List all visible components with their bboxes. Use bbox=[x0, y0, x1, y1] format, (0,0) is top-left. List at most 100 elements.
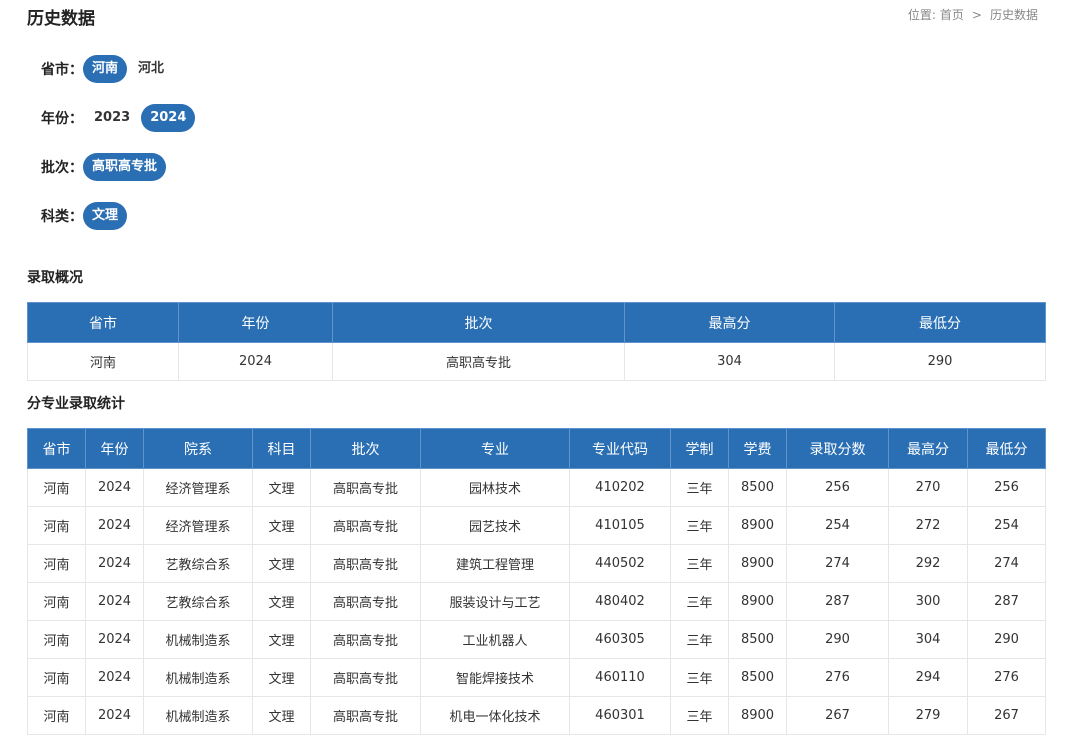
table-cell: 艺教综合系 bbox=[143, 582, 253, 621]
table-row: 河南 2024 机械制造系 文理 高职高专批 智能焊接技术 460110 三年 8500 276 2… bbox=[27, 658, 1046, 697]
table-cell: 河南 bbox=[27, 582, 86, 621]
table-cell: 艺教综合系 bbox=[143, 544, 253, 583]
table-cell: 274 bbox=[786, 544, 889, 583]
table-cell: 274 bbox=[967, 544, 1046, 583]
majors-table-body: 河南 2024 经济管理系 文理 高职高专批 园林技术 410202 三年 8500 256 270… bbox=[27, 468, 1046, 735]
table-cell: 292 bbox=[888, 544, 968, 583]
majors-header-row: 省市 年份 院系 科目 批次 专业 专业代码 学制 学费 录取分数 最高分 最低… bbox=[27, 428, 1046, 469]
majors-header-cell: 最低分 bbox=[967, 428, 1046, 469]
table-cell: 文理 bbox=[252, 544, 311, 583]
majors-header-cell: 科目 bbox=[252, 428, 311, 469]
majors-header-cell: 专业代码 bbox=[569, 428, 671, 469]
breadcrumb-home[interactable]: 首页 bbox=[940, 8, 964, 22]
table-cell: 276 bbox=[786, 658, 889, 697]
province-option-hebei[interactable]: 河北 bbox=[129, 55, 173, 83]
table-cell: 272 bbox=[888, 506, 968, 545]
filter-province-label: 省市： bbox=[41, 62, 83, 78]
table-row: 河南 2024 机械制造系 文理 高职高专批 工业机器人 460305 三年 8500 290 30… bbox=[27, 620, 1046, 659]
table-cell: 高职高专批 bbox=[332, 342, 625, 381]
majors-header-cell: 院系 bbox=[143, 428, 253, 469]
table-cell: 440502 bbox=[569, 544, 671, 583]
table-cell: 8500 bbox=[728, 658, 787, 697]
majors-table: 省市 年份 院系 科目 批次 专业 专业代码 学制 学费 录取分数 最高分 最低… bbox=[27, 428, 1046, 735]
table-cell: 文理 bbox=[252, 658, 311, 697]
filter-year-label: 年份： bbox=[41, 111, 83, 127]
table-cell: 三年 bbox=[670, 506, 729, 545]
table-cell: 256 bbox=[786, 468, 889, 507]
breadcrumb-prefix: 位置: bbox=[907, 8, 936, 22]
table-cell: 园林技术 bbox=[420, 468, 570, 507]
table-cell: 410202 bbox=[569, 468, 671, 507]
summary-header-cell: 最低分 bbox=[834, 302, 1046, 343]
table-row: 河南 2024 艺教综合系 文理 高职高专批 建筑工程管理 440502 三年 8900 274 2… bbox=[27, 544, 1046, 583]
filter-year: 年份： 2023 2024 bbox=[41, 103, 197, 133]
table-cell: 8900 bbox=[728, 544, 787, 583]
table-cell: 8500 bbox=[728, 468, 787, 507]
table-cell: 256 bbox=[967, 468, 1046, 507]
table-cell: 高职高专批 bbox=[310, 696, 421, 735]
table-cell: 2024 bbox=[85, 468, 144, 507]
category-option-wenli[interactable]: 文理 bbox=[83, 202, 128, 230]
majors-header-cell: 专业 bbox=[420, 428, 570, 469]
table-cell: 410105 bbox=[569, 506, 671, 545]
majors-header-cell: 学费 bbox=[728, 428, 787, 469]
table-cell: 机械制造系 bbox=[143, 620, 253, 659]
majors-header-cell: 学制 bbox=[670, 428, 729, 469]
table-cell: 机电一体化技术 bbox=[420, 696, 570, 735]
table-cell: 279 bbox=[888, 696, 968, 735]
table-cell: 480402 bbox=[569, 582, 671, 621]
province-option-henan[interactable]: 河南 bbox=[83, 55, 128, 83]
table-cell: 经济管理系 bbox=[143, 506, 253, 545]
filter-province: 省市： 河南 河北 bbox=[41, 54, 175, 84]
summary-section-title: 录取概况 bbox=[27, 270, 83, 286]
table-cell: 290 bbox=[967, 620, 1046, 659]
filter-batch-label: 批次： bbox=[41, 160, 83, 176]
table-row: 河南 2024 经济管理系 文理 高职高专批 园林技术 410202 三年 8500 256 270… bbox=[27, 468, 1046, 507]
table-cell: 高职高专批 bbox=[310, 582, 421, 621]
table-cell: 254 bbox=[967, 506, 1046, 545]
table-cell: 三年 bbox=[670, 468, 729, 507]
table-cell: 河南 bbox=[27, 506, 86, 545]
year-option-2024[interactable]: 2024 bbox=[141, 104, 196, 132]
breadcrumb-separator: > bbox=[971, 8, 982, 22]
table-cell: 460305 bbox=[569, 620, 671, 659]
year-option-2023[interactable]: 2023 bbox=[85, 104, 139, 132]
table-cell: 经济管理系 bbox=[143, 468, 253, 507]
majors-header-cell: 录取分数 bbox=[786, 428, 889, 469]
table-cell: 三年 bbox=[670, 696, 729, 735]
table-cell: 276 bbox=[967, 658, 1046, 697]
table-cell: 8500 bbox=[728, 620, 787, 659]
table-cell: 254 bbox=[786, 506, 889, 545]
table-cell: 建筑工程管理 bbox=[420, 544, 570, 583]
majors-header-cell: 批次 bbox=[310, 428, 421, 469]
table-cell: 河南 bbox=[27, 658, 86, 697]
table-cell: 园艺技术 bbox=[420, 506, 570, 545]
table-cell: 460301 bbox=[569, 696, 671, 735]
filter-category: 科类： 文理 bbox=[41, 201, 129, 231]
table-cell: 三年 bbox=[670, 658, 729, 697]
table-cell: 河南 bbox=[27, 620, 86, 659]
table-cell: 290 bbox=[834, 342, 1046, 381]
table-cell: 河南 bbox=[27, 468, 86, 507]
table-cell: 304 bbox=[624, 342, 835, 381]
table-cell: 8900 bbox=[728, 582, 787, 621]
table-cell: 机械制造系 bbox=[143, 696, 253, 735]
table-cell: 高职高专批 bbox=[310, 620, 421, 659]
summary-table: 省市 年份 批次 最高分 最低分 河南 2024 高职高专批 304 290 bbox=[27, 302, 1046, 381]
table-cell: 2024 bbox=[85, 696, 144, 735]
table-cell: 2024 bbox=[85, 506, 144, 545]
page-title: 历史数据 bbox=[27, 9, 95, 29]
table-cell: 267 bbox=[967, 696, 1046, 735]
table-cell: 机械制造系 bbox=[143, 658, 253, 697]
table-cell: 267 bbox=[786, 696, 889, 735]
table-cell: 460110 bbox=[569, 658, 671, 697]
batch-option-vocational[interactable]: 高职高专批 bbox=[83, 153, 167, 181]
table-cell: 270 bbox=[888, 468, 968, 507]
table-cell: 三年 bbox=[670, 620, 729, 659]
table-cell: 河南 bbox=[27, 544, 86, 583]
table-cell: 2024 bbox=[85, 620, 144, 659]
table-row: 河南 2024 机械制造系 文理 高职高专批 机电一体化技术 460301 三年 8900 267… bbox=[27, 696, 1046, 735]
table-cell: 高职高专批 bbox=[310, 544, 421, 583]
table-row: 河南 2024 经济管理系 文理 高职高专批 园艺技术 410105 三年 8900 254 272… bbox=[27, 506, 1046, 545]
table-row: 河南 2024 高职高专批 304 290 bbox=[27, 342, 1046, 381]
